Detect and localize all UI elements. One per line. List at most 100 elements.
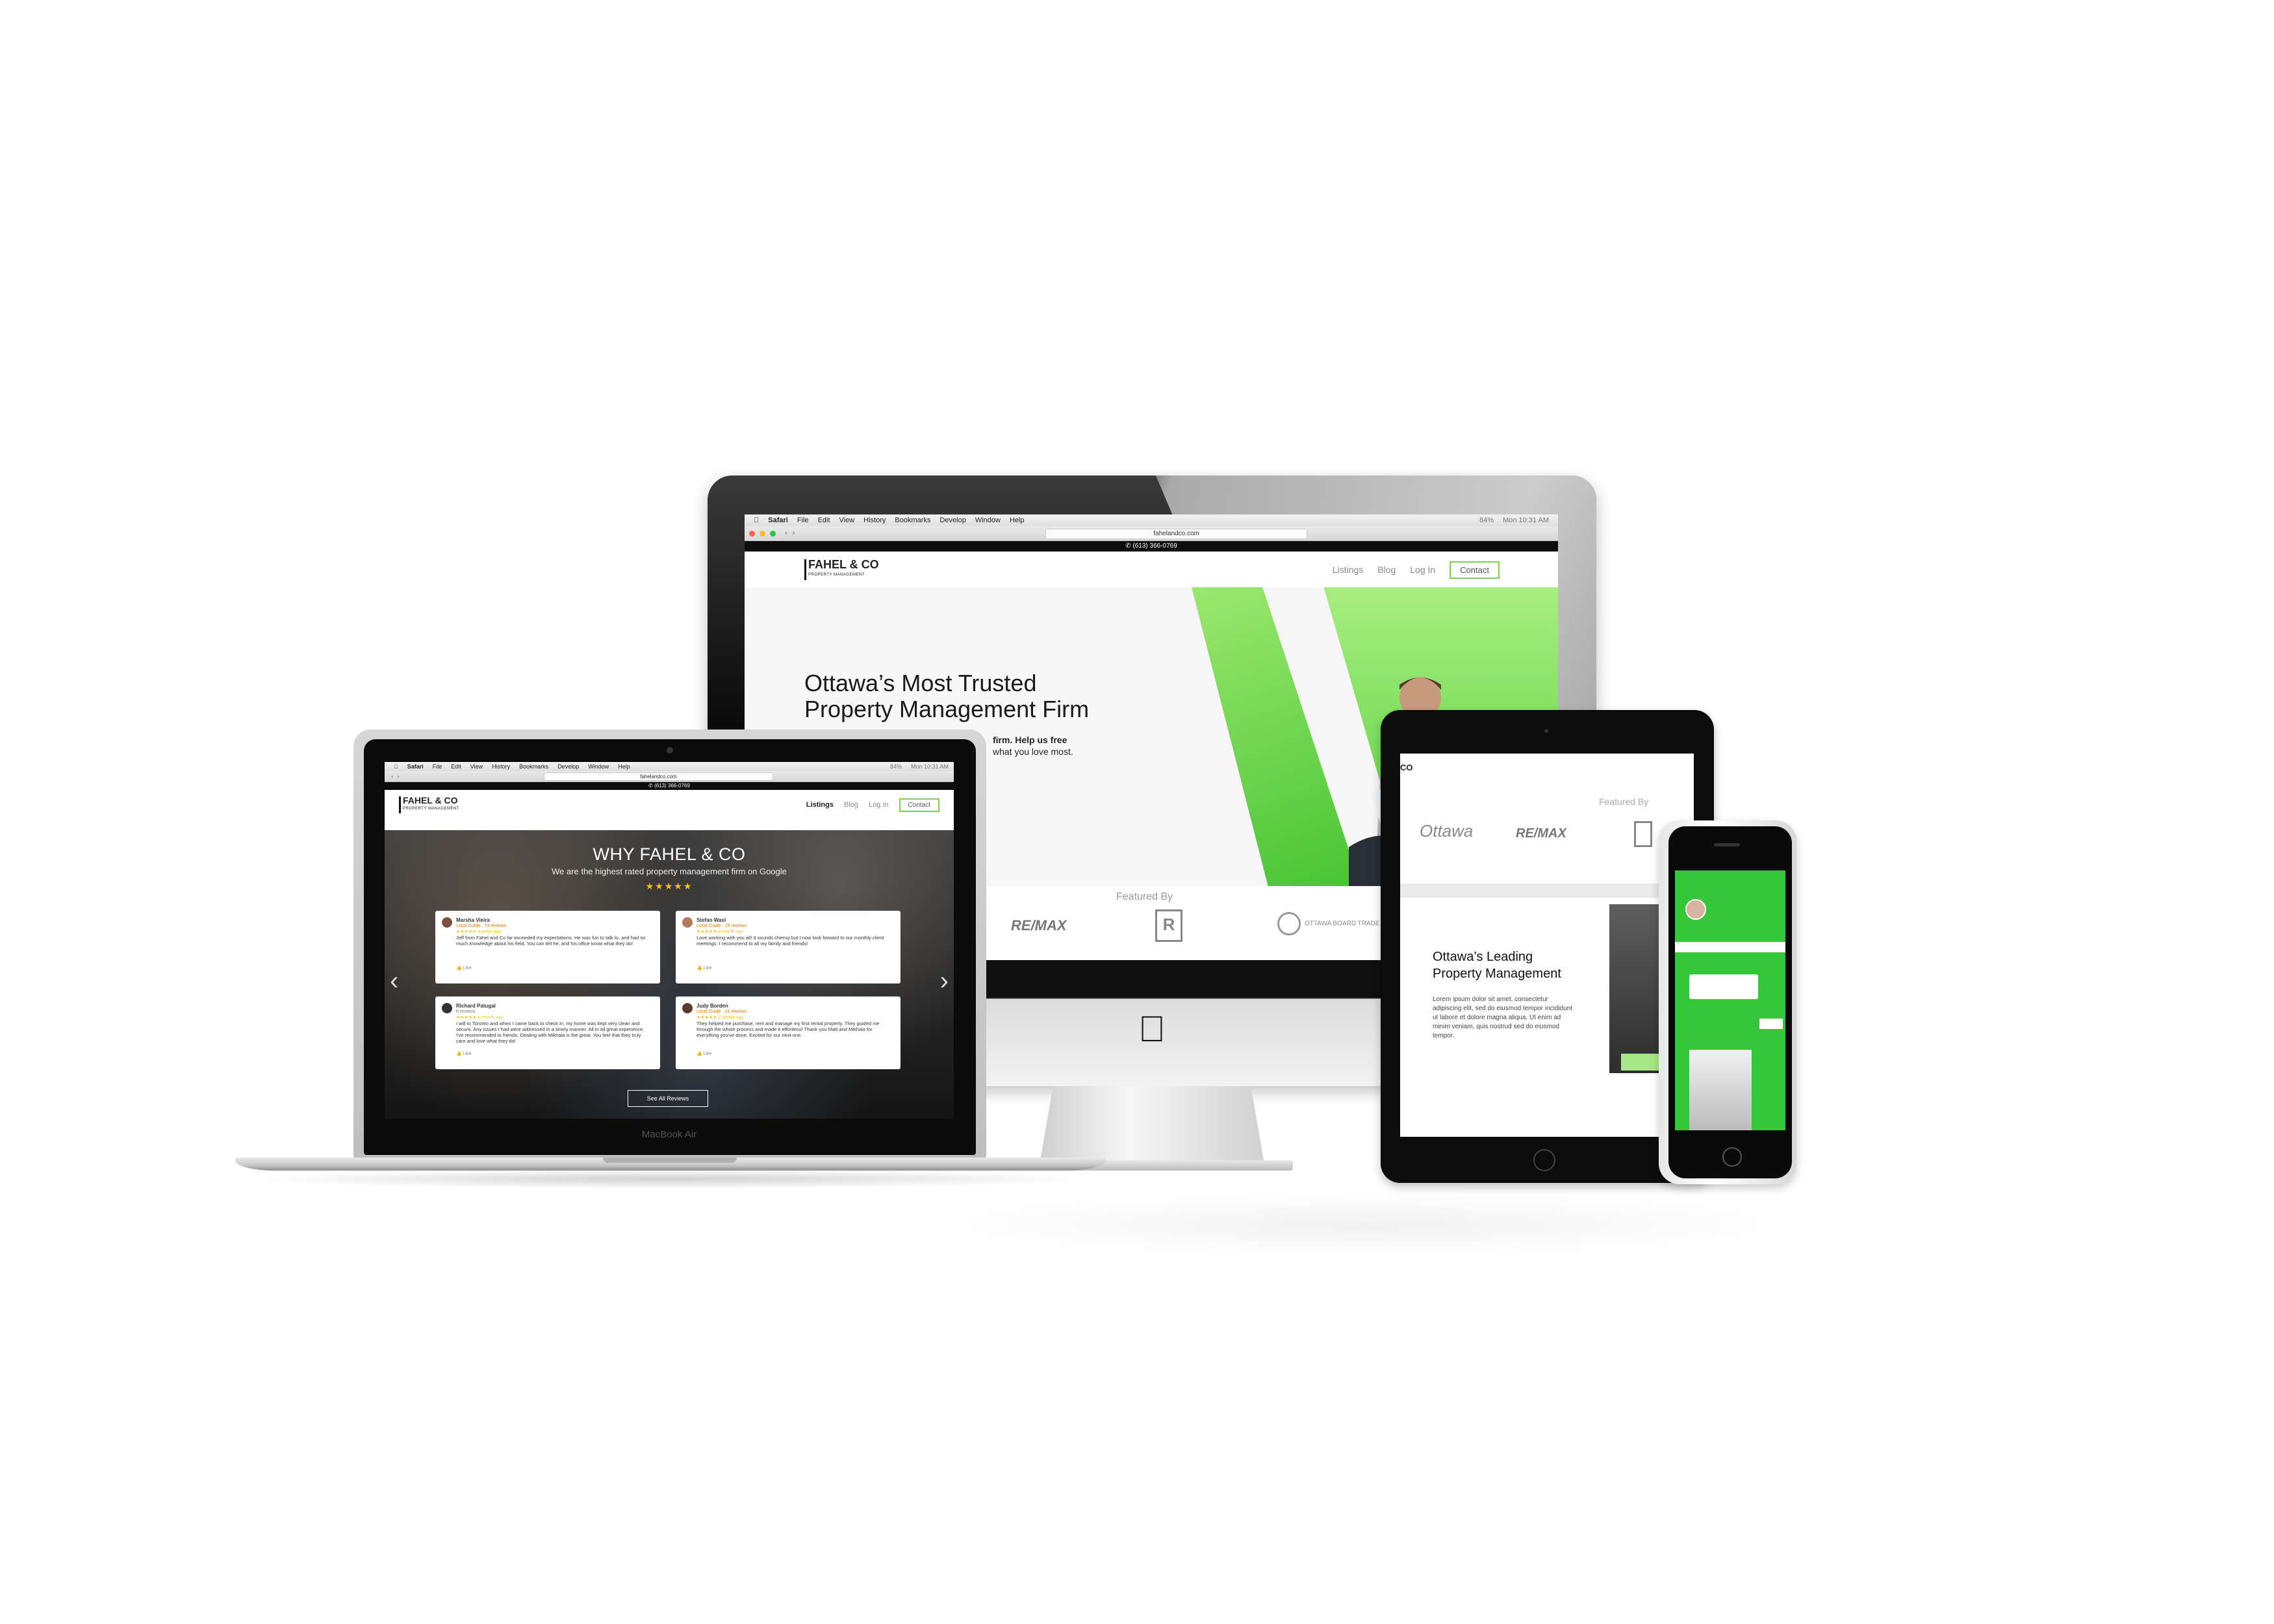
contact-button[interactable]: Contact xyxy=(899,798,939,812)
menu-app[interactable]: Safari xyxy=(768,516,788,524)
site-header: FAHEL & CO PROPERTY MANAGEMENT Listings … xyxy=(745,552,1558,589)
macbook-screen:  Safari File Edit View History Bookmark… xyxy=(385,762,954,1119)
menu-app[interactable]: Safari xyxy=(407,763,424,770)
review-text: I will to Toronto and when I came back t… xyxy=(456,1021,645,1044)
phone-bar: ✆ (613) 366-0769 xyxy=(385,782,954,790)
review-card[interactable]: Richard Patugal 6 reviews ★★★★★ a month … xyxy=(435,996,660,1069)
realtor-logo-icon xyxy=(1634,821,1652,847)
menu-develop[interactable]: Develop xyxy=(557,763,579,770)
rating-stars: ★★★★★ xyxy=(645,881,693,891)
menu-help[interactable]: Help xyxy=(1010,516,1025,524)
menu-history[interactable]: History xyxy=(492,763,510,770)
url-bar[interactable]: fahelandco.com xyxy=(544,772,773,781)
hero-subtitle: firm. Help us free what you love most. xyxy=(993,734,1073,757)
floor-reflection xyxy=(877,1189,1852,1260)
remax-logo: RE/MAX xyxy=(1516,826,1566,841)
menu-edit[interactable]: Edit xyxy=(818,516,830,524)
realtor-logo: R xyxy=(1155,909,1182,942)
apple-menu-icon[interactable]:  xyxy=(394,763,398,770)
review-card[interactable]: Judy Borden Local Guide · 21 reviews ★★★… xyxy=(676,996,901,1069)
main-nav: Listings Blog Log In Contact xyxy=(806,798,954,812)
why-section: WHY FAHEL & CO We are the highest rated … xyxy=(385,830,954,1119)
menubar-battery: 84% xyxy=(1479,516,1494,524)
menu-window[interactable]: Window xyxy=(975,516,1001,524)
menu-edit[interactable]: Edit xyxy=(451,763,461,770)
like-label: Like xyxy=(703,966,712,971)
reviewer-meta: Local Guide · 15 reviews xyxy=(696,924,747,928)
phone-number[interactable]: (613) 366-0769 xyxy=(654,783,690,789)
carousel-next-icon[interactable]: › xyxy=(940,967,949,996)
review-stars: ★★★★★ a month ago xyxy=(456,1015,504,1020)
review-stars: ★★★★★ a month ago xyxy=(696,930,744,934)
like-button[interactable]: 👍 Like xyxy=(456,965,472,971)
see-all-reviews-button[interactable]: See All Reviews xyxy=(628,1090,708,1107)
site-logo[interactable]: FAHEL & CO PROPERTY MANAGEMENT xyxy=(399,796,459,813)
close-window-icon[interactable] xyxy=(749,530,755,537)
url-bar[interactable]: fahelandco.com xyxy=(1045,529,1307,539)
reviewer-name: Richard Patugal xyxy=(456,1003,496,1009)
macbook-shadow xyxy=(247,1169,1092,1189)
menu-bookmarks[interactable]: Bookmarks xyxy=(895,516,930,524)
iphone-button[interactable] xyxy=(1759,1019,1783,1029)
back-icon[interactable]: ‹ xyxy=(391,773,393,780)
iphone-card[interactable] xyxy=(1689,974,1758,999)
forward-icon[interactable]: › xyxy=(397,773,399,780)
phone-number[interactable]: (613) 366-0769 xyxy=(1132,542,1177,550)
like-button[interactable]: 👍 Like xyxy=(696,1051,712,1057)
menu-view[interactable]: View xyxy=(470,763,483,770)
reviewer-name: Judy Borden xyxy=(696,1003,728,1009)
menu-bookmarks[interactable]: Bookmarks xyxy=(519,763,548,770)
nav-listings[interactable]: Listings xyxy=(806,801,834,809)
review-card[interactable]: Marsha Vieira Local Guide · 74 reviews ★… xyxy=(435,911,660,983)
zoom-window-icon[interactable] xyxy=(770,530,776,537)
reviewer-name: Stefan Wasl xyxy=(696,917,726,923)
avatar xyxy=(442,1003,452,1013)
nav-blog[interactable]: Blog xyxy=(844,801,858,809)
avatar xyxy=(1685,899,1706,920)
home-button-icon[interactable] xyxy=(1533,1149,1555,1171)
iphone-photo xyxy=(1689,1050,1752,1130)
phone-bar: ✆ (613) 366-0769 xyxy=(745,541,1558,552)
ottawa-board-logo: OTTAWA BOARD TRADE xyxy=(1277,912,1380,935)
home-button-icon[interactable] xyxy=(1722,1147,1742,1167)
ipad-body-text: Lorem ipsum dolor sit amet, consectetur … xyxy=(1433,996,1573,1039)
ipad-logo-fragment: CO xyxy=(1400,763,1413,772)
main-nav: Listings Blog Log In Contact xyxy=(1333,561,1558,579)
menubar-battery: 84% xyxy=(889,763,902,770)
menu-develop[interactable]: Develop xyxy=(939,516,965,524)
avatar xyxy=(442,917,452,928)
ottawa-board-text: OTTAWA BOARD TRADE xyxy=(1305,920,1380,928)
ipad-heading: Ottawa’s Leading Property Management xyxy=(1433,948,1561,982)
logo-text: FAHEL & CO xyxy=(808,558,879,571)
hero-subtitle-line-1: firm. Help us free xyxy=(993,735,1067,745)
review-card[interactable]: Stefan Wasl Local Guide · 15 reviews ★★★… xyxy=(676,911,901,983)
like-button[interactable]: 👍 Like xyxy=(696,965,712,971)
back-icon[interactable]: ‹ xyxy=(785,529,787,537)
menu-file[interactable]: File xyxy=(433,763,442,770)
contact-button[interactable]: Contact xyxy=(1450,561,1500,579)
camera-icon xyxy=(1544,729,1548,733)
hero-title-line-2: Property Management Firm xyxy=(804,696,1090,722)
apple-menu-icon[interactable]:  xyxy=(754,516,759,524)
menu-view[interactable]: View xyxy=(839,516,855,524)
reviewer-name: Marsha Vieira xyxy=(456,917,490,923)
camera-icon xyxy=(667,747,673,754)
menu-help[interactable]: Help xyxy=(618,763,630,770)
nav-blog[interactable]: Blog xyxy=(1377,565,1396,575)
nav-login[interactable]: Log In xyxy=(1410,565,1435,575)
menubar-clock: Mon 10:31 AM xyxy=(1503,516,1549,524)
carousel-prev-icon[interactable]: ‹ xyxy=(390,967,398,996)
menu-window[interactable]: Window xyxy=(588,763,609,770)
safari-toolbar: ‹ › fahelandco.com xyxy=(745,526,1558,541)
site-logo[interactable]: FAHEL & CO PROPERTY MANAGEMENT xyxy=(804,559,879,580)
nav-login[interactable]: Log In xyxy=(869,801,889,809)
like-button[interactable]: 👍 Like xyxy=(456,1051,472,1057)
menu-file[interactable]: File xyxy=(797,516,809,524)
logo-text: FAHEL & CO xyxy=(403,795,458,806)
like-label: Like xyxy=(703,1052,712,1056)
forward-icon[interactable]: › xyxy=(793,529,795,537)
minimize-window-icon[interactable] xyxy=(760,530,765,537)
ipad-heading-line-1: Ottawa’s Leading xyxy=(1433,950,1533,964)
menu-history[interactable]: History xyxy=(863,516,886,524)
nav-listings[interactable]: Listings xyxy=(1333,565,1363,575)
